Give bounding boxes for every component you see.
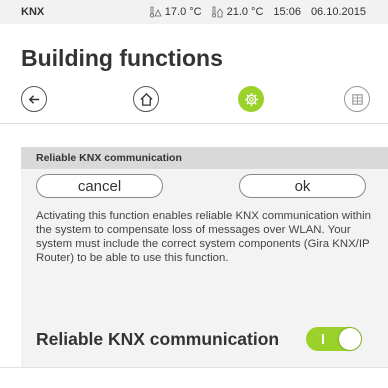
settings-button[interactable] <box>238 86 264 112</box>
panel-header-label: Reliable KNX communication <box>36 152 182 164</box>
grid-icon <box>351 93 363 105</box>
ok-button[interactable]: ok <box>239 174 366 198</box>
toggle-knob <box>339 328 361 350</box>
reliable-knx-toggle-row: Reliable KNX communication <box>21 307 388 367</box>
inside-temperature-value: 21.0 °C <box>226 6 264 18</box>
date: 06.10.2015 <box>310 6 366 18</box>
home-icon <box>139 92 153 106</box>
panel-header: Reliable KNX communication <box>21 147 388 169</box>
home-button[interactable] <box>133 86 159 112</box>
nav-divider <box>0 123 388 124</box>
inside-temperature: 21.0 °C <box>211 6 264 18</box>
gear-icon <box>244 92 258 106</box>
nav-bar <box>0 86 388 115</box>
thermometer-inside-icon <box>211 6 223 18</box>
cancel-button[interactable]: cancel <box>36 174 163 198</box>
thermometer-outside-icon <box>149 6 162 18</box>
status-bar: KNX 17.0 °C 21.0 °C 15:06 06.10.2015 <box>0 0 388 24</box>
arrow-left-icon <box>28 94 39 104</box>
panel-description: Activating this function enables reliabl… <box>36 210 371 264</box>
outside-temperature-value: 17.0 °C <box>164 6 202 18</box>
time: 15:06 <box>273 6 301 18</box>
toggle-label: Reliable KNX communication <box>36 329 280 349</box>
page-title: Building functions <box>21 45 223 71</box>
toggle-on-indicator <box>322 334 324 344</box>
outside-temperature: 17.0 °C <box>149 6 202 18</box>
app-name: KNX <box>21 6 45 18</box>
back-button[interactable] <box>21 86 47 112</box>
grid-button[interactable] <box>344 86 370 112</box>
reliable-knx-toggle[interactable] <box>306 327 362 351</box>
reliable-knx-panel: Reliable KNX communication cancel ok Act… <box>21 147 388 307</box>
bottom-divider <box>0 367 388 368</box>
status-info: 17.0 °C 21.0 °C 15:06 06.10.2015 <box>149 6 366 18</box>
